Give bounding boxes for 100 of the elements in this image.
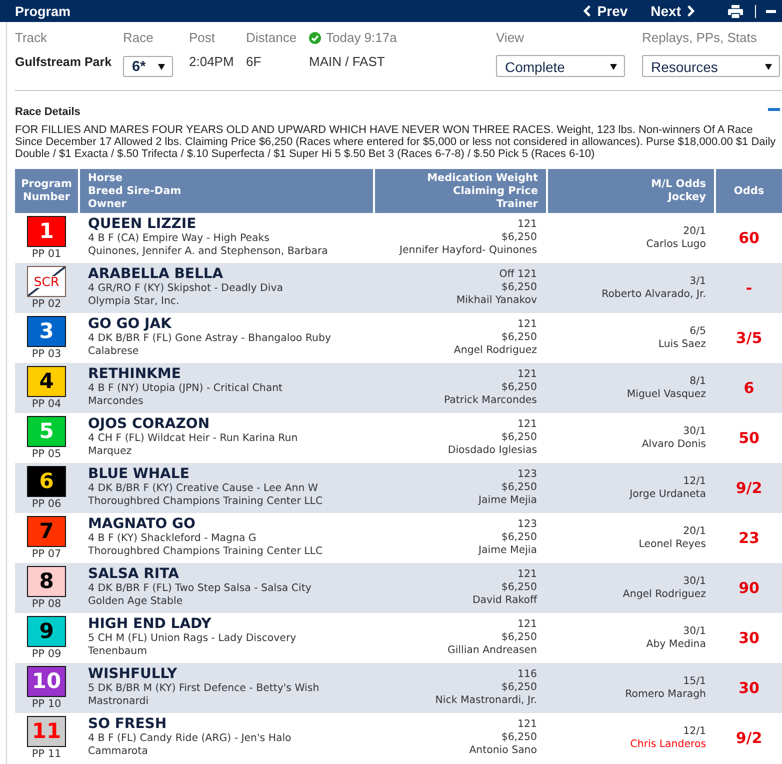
morning-line-odds: 3/1 (690, 275, 706, 288)
column-heading: Horse (88, 172, 123, 184)
field-label: Post (189, 30, 216, 46)
jockey-name: Carlos Lugo (646, 238, 706, 251)
horse-breeding: 5 CH M (FL) Union Rags - Lady Discovery (88, 632, 296, 645)
column-heading: Jockey (668, 191, 706, 204)
check-circle-icon (309, 32, 321, 44)
jockey-name: Jorge Urdaneta (630, 488, 706, 501)
horse-name: SO FRESH (88, 716, 167, 732)
horse-breeding: 4 B F (CA) Empire Way - High Peaks (88, 232, 270, 245)
view-select[interactable]: Complete (496, 55, 625, 77)
horse-breeding: 4 B F (KY) Shackleford - Magna G (88, 532, 256, 545)
owner-name: Tenenbaum (88, 645, 148, 658)
medication-weight: 121 (518, 718, 537, 731)
print-icon[interactable] (728, 4, 743, 18)
medication-weight: 121 (518, 418, 537, 431)
trainer-name: Jaime Mejia (478, 544, 537, 557)
status-time: Today 9:17a (326, 30, 397, 46)
field-label: Distance (246, 30, 298, 46)
saddle-number: 1 (39, 221, 54, 242)
caret-icon (158, 64, 165, 70)
trainer-name: Patrick Marcondes (444, 394, 537, 407)
track-name: Gulfstream Park (15, 54, 112, 70)
medication-weight: 121 (518, 618, 537, 631)
trainer-name: Mikhail Yanakov (456, 294, 537, 307)
trainer-name: Gillian Andreasen (447, 644, 537, 657)
trainer-name: Angel Rodriguez (454, 344, 537, 357)
claiming-price: $6,250 (501, 481, 537, 494)
horse-name: SALSA RITA (88, 566, 179, 582)
owner-name: Calabrese (88, 345, 139, 358)
saddle-number: 3 (39, 321, 54, 342)
claiming-price: $6,250 (501, 631, 537, 644)
distance: 6F (246, 54, 262, 70)
post-position: PP 02 (32, 298, 62, 310)
claiming-price: $6,250 (501, 331, 537, 344)
current-odds: 23 (738, 529, 760, 547)
trainer-name: David Rakoff (472, 594, 537, 607)
owner-name: Cammarota (88, 745, 148, 758)
morning-line-odds: 8/1 (690, 375, 706, 388)
caret-icon (610, 64, 617, 70)
current-odds: 9/2 (736, 479, 762, 497)
jockey-name: Romero Maragh (625, 688, 706, 701)
horse-breeding: 4 B F (FL) Candy Ride (ARG) - Jen's Halo (88, 732, 292, 745)
next-link[interactable]: Next (650, 3, 695, 19)
post-position: PP 01 (32, 248, 62, 260)
column-heading: Breed Sire-Dam (88, 184, 182, 198)
post-position: PP 03 (32, 348, 62, 360)
section-title: Race Details (15, 106, 80, 118)
jockey-name: Angel Rodriguez (622, 588, 706, 601)
horse-name: ARABELLA BELLA (88, 266, 224, 282)
horse-breeding: 4 DK B/BR F (KY) Creative Cause - Lee Ann W (88, 482, 318, 495)
field-label: View (496, 30, 525, 46)
medication-weight: 121 (518, 368, 537, 381)
trainer-name: Nick Mastronardi, Jr. (435, 694, 537, 707)
owner-name: Thoroughbred Champions Training Center LLC (88, 545, 323, 558)
owner-name: Golden Age Stable (88, 595, 183, 608)
horse-breeding: 4 DK B/BR F (FL) Gone Astray - Bhangaloo Ruby (88, 332, 331, 345)
claiming-price: $6,250 (501, 681, 537, 694)
medication-weight: 121 (518, 318, 537, 331)
prev-link[interactable]: Prev (583, 3, 628, 19)
owner-name: Marcondes (88, 395, 144, 408)
morning-line-odds: 30/1 (683, 425, 706, 438)
jockey-name: Leonel Reyes (638, 538, 706, 551)
morning-line-odds: 12/1 (683, 725, 706, 738)
jockey-name: Chris Landeros (630, 738, 706, 751)
trainer-name: Antonio Sano (469, 744, 537, 757)
medication-weight: Off 121 (499, 268, 537, 281)
jockey-name: Aby Medina (646, 638, 706, 651)
morning-line-odds: 12/1 (683, 475, 706, 488)
medication-weight: 121 (518, 568, 537, 581)
column-heading: Odds (734, 184, 764, 198)
race-conditions-text: FOR FILLIES AND MARES FOUR YEARS OLD AND UPWARD WHICH HAVE NEVER WON THREE RACES. Weight, 123 lbs. Non-winners Of A Race Since December 17 Allowed 2 lbs. Claiming Price $6,250 (Races where entered for $5,000 or less not considered in allowances). Purse $18,000.00 $1 Daily Double / $1 Exacta / $.50 Trifecta / $.10 Superfecta / $1 Super Hi 5 $.50 Bet 3 (Races 6-7-8) / $.50 Pick 5 (Races 6-10) (15, 124, 777, 160)
saddle-number: 5 (39, 421, 54, 442)
post-position: PP 04 (32, 398, 62, 410)
post-position: PP 06 (32, 498, 62, 510)
medication-weight: 116 (518, 668, 537, 681)
jockey-name: Miguel Vasquez (626, 388, 706, 401)
field-label: Race (123, 30, 154, 46)
claiming-price: $6,250 (501, 381, 537, 394)
field-label: Replays, PPs, Stats (642, 30, 758, 46)
current-odds: - (746, 279, 752, 297)
claiming-price: $6,250 (501, 431, 537, 444)
column-heading: Owner (88, 198, 126, 210)
current-odds: 30 (738, 629, 760, 647)
track-condition: MAIN / FAST (309, 54, 385, 70)
column-heading: M/L Odds (651, 178, 706, 191)
morning-line-odds: 20/1 (683, 525, 706, 538)
resources-select[interactable]: Resources (642, 55, 780, 77)
horse-name: GO GO JAK (88, 316, 172, 332)
jockey-name: Alvaro Donis (642, 438, 706, 451)
saddle-number: 10 (32, 671, 62, 692)
saddle-number: 11 (32, 721, 62, 742)
race-select[interactable]: 6* (123, 56, 173, 76)
horse-name: MAGNATO GO (88, 516, 196, 532)
trainer-name: Jennifer Hayford- Quinones (400, 244, 537, 257)
saddle-number: 8 (39, 571, 54, 592)
current-odds: 60 (738, 229, 760, 247)
minus-icon[interactable] (766, 10, 776, 12)
scratched-label: SCR (34, 275, 60, 288)
claiming-price: $6,250 (501, 731, 537, 744)
